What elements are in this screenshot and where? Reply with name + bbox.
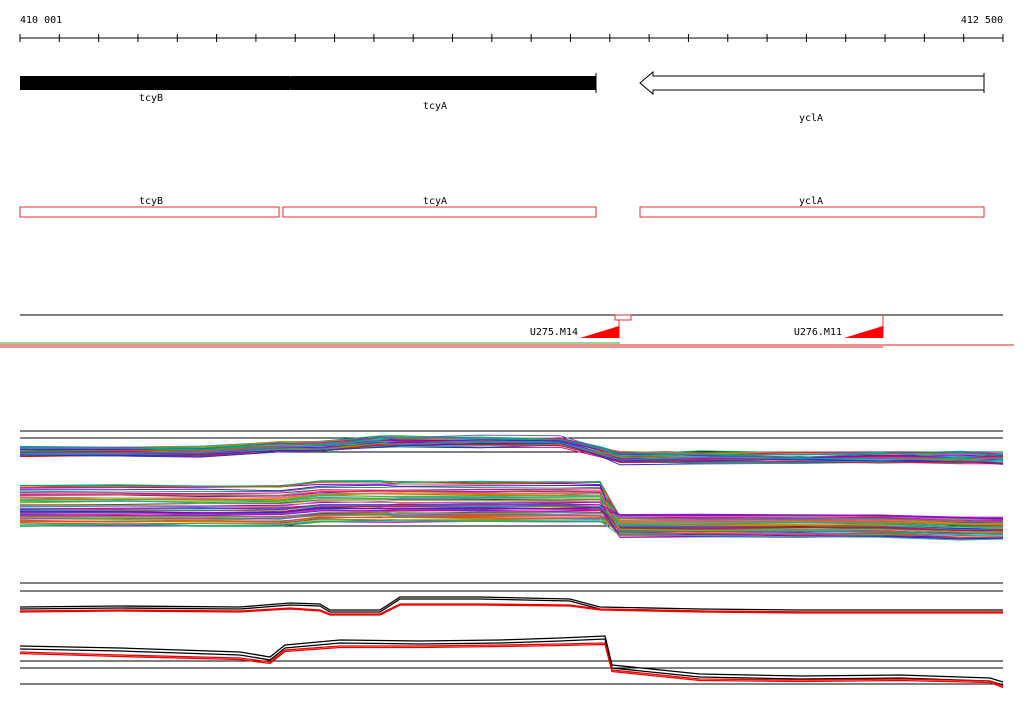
profile-upper-lines	[19, 434, 1004, 541]
gene-label-tcyA: tcyA	[423, 101, 447, 112]
coordinate-ruler: 410 001 412 500	[19, 15, 1004, 42]
marker-triangle-U275[interactable]	[580, 326, 619, 338]
profile-panel-lower	[19, 582, 1004, 689]
profile-lower-lines	[19, 596, 1004, 689]
annotation-box-yclA[interactable]	[639, 206, 985, 218]
gene-label-yclA: yclA	[799, 113, 823, 124]
annotation-label-tcyA: tcyA	[423, 196, 447, 207]
gene-label-tcyB: tcyB	[139, 93, 163, 104]
annotation-box-tcyB[interactable]	[19, 206, 280, 218]
ruler-end-label: 412 500	[961, 15, 1003, 26]
genome-browser-canvas: 410 001 412 500 tcyB tcyA yclA tcyB tcyA…	[0, 15, 1014, 689]
annotation-label-tcyB: tcyB	[139, 196, 163, 207]
ruler-start-label: 410 001	[20, 15, 62, 26]
gene-arrow-yclA[interactable]	[639, 70, 985, 96]
gene-arrow-tcyA[interactable]	[282, 76, 596, 90]
gene-track: tcyB tcyA yclA	[20, 70, 985, 124]
gene-arrow-tcyB-head	[20, 76, 289, 90]
annotation-label-yclA: yclA	[799, 196, 823, 207]
marker-track: U275.M14 U276.M11	[0, 314, 1014, 348]
profile-panel-upper	[19, 430, 1004, 541]
annotation-track: tcyB tcyA yclA	[19, 196, 985, 218]
marker-triangle-U276[interactable]	[844, 326, 883, 338]
profile-trace-red	[19, 643, 1004, 689]
annotation-box-tcyA[interactable]	[282, 206, 597, 218]
marker-junction-box	[614, 314, 632, 321]
marker-label-U275: U275.M14	[530, 327, 578, 338]
marker-label-U276: U276.M11	[794, 327, 842, 338]
